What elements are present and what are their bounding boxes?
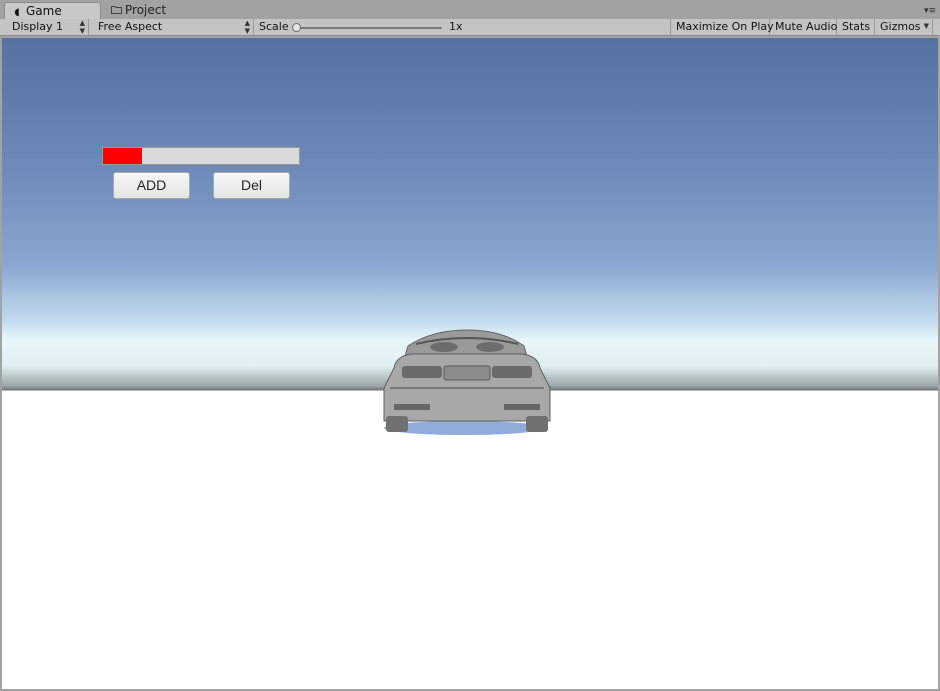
progress-fill	[103, 148, 143, 164]
folder-icon	[110, 3, 122, 20]
game-toolbar: Display 1 ▲ ▼ Free Aspect ▲ ▼ Scale 1x Max…	[0, 19, 940, 36]
game-viewport[interactable]: ADD Del	[2, 36, 938, 689]
tab-game[interactable]: ◖ Game	[4, 2, 101, 19]
add-button[interactable]: ADD	[113, 172, 190, 199]
gizmos-dropdown[interactable]: Gizmos ▼	[875, 19, 933, 35]
car-model	[383, 329, 551, 435]
stats-toggle[interactable]: Stats	[837, 19, 875, 35]
maximize-on-play-toggle[interactable]: Maximize On Play	[670, 19, 774, 35]
aspect-dropdown[interactable]: Free Aspect ▲ ▼	[93, 19, 254, 35]
scale-slider-thumb[interactable]	[292, 23, 301, 32]
chevron-down-icon: ▼	[923, 22, 929, 30]
display-dropdown-label: Display 1	[12, 20, 64, 33]
tab-game-label: Game	[26, 4, 62, 18]
aspect-dropdown-label: Free Aspect	[98, 20, 163, 33]
panel-menu-icon[interactable]: ▾≡	[924, 7, 936, 16]
updown-arrow-icon: ▲ ▼	[244, 19, 250, 35]
gizmos-label: Gizmos	[880, 20, 921, 33]
del-button[interactable]: Del	[213, 172, 290, 199]
progress-bar	[102, 147, 300, 165]
tab-project[interactable]: Project	[104, 2, 194, 19]
scale-slider-track[interactable]	[296, 27, 442, 29]
display-dropdown[interactable]: Display 1 ▲ ▼	[7, 19, 89, 35]
tab-bar: ◖ Game Project ▾≡	[0, 0, 940, 19]
mute-audio-toggle[interactable]: Mute Audio	[770, 19, 837, 35]
updown-arrow-icon: ▲ ▼	[79, 19, 85, 35]
scale-value: 1x	[449, 20, 463, 33]
tab-project-label: Project	[125, 3, 167, 17]
